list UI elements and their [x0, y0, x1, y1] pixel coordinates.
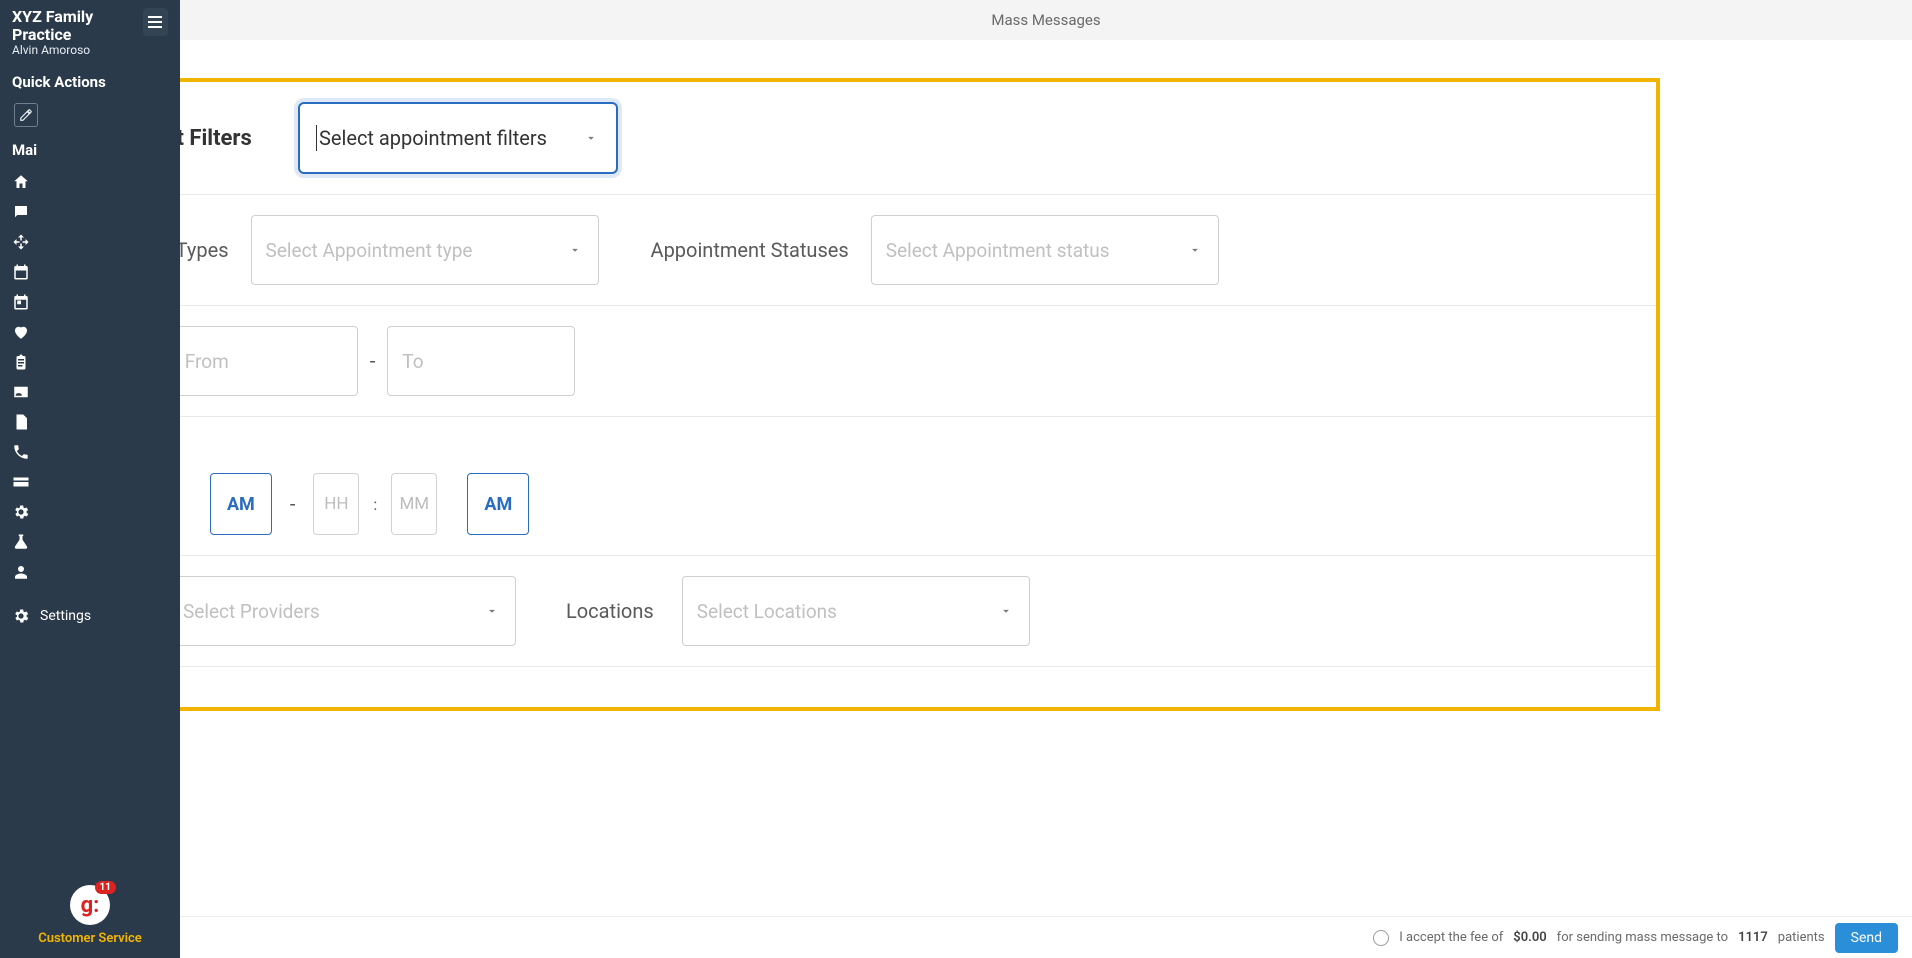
chevron-down-icon — [1188, 243, 1202, 257]
chevron-down-icon — [568, 243, 582, 257]
nav-notes[interactable] — [0, 407, 180, 437]
main: Mass Messages Appointment Filters Select… — [180, 0, 1912, 958]
locations-label: Locations — [566, 599, 654, 623]
nav-phone[interactable] — [0, 437, 180, 467]
row-between: Between: From - To — [38, 306, 1656, 417]
practice-name: XYZ Family Practice — [12, 8, 143, 43]
nav-chat[interactable] — [0, 197, 180, 227]
gear-icon — [12, 607, 30, 625]
time-range-label: Time Range — [56, 437, 1638, 461]
credit-card-icon — [12, 473, 30, 491]
statuses-label: Appointment Statuses — [651, 238, 849, 262]
time-range-inputs: HH : MM AM - HH : MM AM — [56, 473, 1638, 535]
nav-schedule[interactable] — [0, 287, 180, 317]
nav-heart[interactable] — [0, 317, 180, 347]
patient-count: 1117 — [1738, 930, 1768, 945]
user-name: Alvin Amoroso — [12, 43, 143, 57]
to-date-input[interactable]: To — [387, 326, 575, 396]
appointment-type-select[interactable]: Select Appointment type — [251, 215, 599, 285]
sidebar: XYZ Family Practice Alvin Amoroso Quick … — [0, 0, 180, 958]
chat-icon — [12, 203, 30, 221]
providers-placeholder: Select Providers — [183, 600, 320, 623]
types-placeholder: Select Appointment type — [266, 239, 473, 262]
appointment-status-select[interactable]: Select Appointment status — [871, 215, 1219, 285]
page-title: Mass Messages — [991, 11, 1100, 29]
fee-amount: $0.00 — [1513, 930, 1546, 945]
for-text: for sending mass message to — [1557, 930, 1728, 945]
chevron-down-icon — [584, 131, 598, 145]
cs-label: Customer Service — [0, 931, 180, 946]
from-placeholder: From — [185, 350, 229, 373]
nav-card[interactable] — [0, 467, 180, 497]
cog-icon — [12, 503, 30, 521]
patients-text: patients — [1778, 930, 1825, 945]
heart-icon — [12, 323, 30, 341]
compose-quick-action[interactable] — [14, 103, 38, 127]
row-time-range: Time Range HH : MM AM - HH : MM AM — [38, 417, 1656, 556]
calendar-alt-icon — [12, 263, 30, 281]
contact-card-icon — [12, 383, 30, 401]
clipboard-icon — [12, 353, 30, 371]
sidebar-header: XYZ Family Practice Alvin Amoroso — [0, 0, 180, 63]
locations-placeholder: Select Locations — [697, 600, 837, 623]
main-heading: Mai — [0, 135, 180, 167]
to-placeholder: To — [402, 350, 423, 373]
nav-gear[interactable] — [0, 497, 180, 527]
row-appointment-filters: Appointment Filters Select appointment f… — [38, 82, 1656, 195]
notes-icon — [12, 413, 30, 431]
quick-actions-heading: Quick Actions — [0, 63, 180, 99]
from-date-input[interactable]: From — [170, 326, 358, 396]
nav-calendar-alt[interactable] — [0, 257, 180, 287]
menu-toggle-button[interactable] — [143, 8, 168, 36]
chevron-down-icon — [999, 604, 1013, 618]
chevron-down-icon — [485, 604, 499, 618]
cs-logo-icon: g: — [81, 893, 100, 918]
end-minute-input[interactable]: MM — [391, 473, 437, 535]
appointment-filters-panel: Appointment Filters Select appointment f… — [34, 78, 1660, 711]
home-icon — [12, 173, 30, 191]
providers-select[interactable]: Select Providers — [168, 576, 516, 646]
locations-select[interactable]: Select Locations — [682, 576, 1030, 646]
row-types-statuses: Appointment Types Select Appointment typ… — [38, 195, 1656, 306]
end-ampm-toggle[interactable]: AM — [467, 473, 529, 535]
nav-home[interactable] — [0, 167, 180, 197]
accept-fee-radio[interactable] — [1373, 930, 1389, 946]
nav-settings-label: Settings — [40, 608, 91, 624]
nav-lab[interactable] — [0, 527, 180, 557]
page-title-bar: Mass Messages — [180, 0, 1912, 40]
start-ampm-toggle[interactable]: AM — [210, 473, 272, 535]
schedule-icon — [12, 293, 30, 311]
accept-text: I accept the fee of — [1399, 930, 1503, 945]
nav-clipboard[interactable] — [0, 347, 180, 377]
phone-icon — [12, 443, 30, 461]
footer-bar: I accept the fee of $0.00 for sending ma… — [180, 916, 1912, 958]
colon-sep-2: : — [369, 495, 381, 514]
appt-filters-select-text: Select appointment filters — [319, 126, 547, 150]
send-button[interactable]: Send — [1835, 923, 1898, 953]
appointment-filters-select[interactable]: Select appointment filters — [298, 102, 618, 174]
statuses-placeholder: Select Appointment status — [886, 239, 1110, 262]
row-spacer — [38, 667, 1656, 707]
customer-service-block[interactable]: g: 11 Customer Service — [0, 875, 180, 958]
nav-contact-card[interactable] — [0, 377, 180, 407]
between-dash: - — [370, 349, 376, 373]
text-cursor — [316, 125, 317, 151]
nav-settings[interactable]: Settings — [0, 601, 180, 631]
share-icon — [12, 233, 30, 251]
nav-person[interactable] — [0, 557, 180, 587]
flask-icon — [12, 533, 30, 551]
side-nav: Settings — [0, 167, 180, 875]
cs-badge: 11 — [95, 881, 116, 894]
end-hour-input[interactable]: HH — [313, 473, 359, 535]
person-icon — [12, 563, 30, 581]
compose-icon — [19, 108, 33, 122]
row-providers-locations: Providers Select Providers Locations Sel… — [38, 556, 1656, 667]
time-dash: - — [282, 492, 304, 516]
nav-share[interactable] — [0, 227, 180, 257]
cs-avatar: g: 11 — [70, 885, 110, 925]
